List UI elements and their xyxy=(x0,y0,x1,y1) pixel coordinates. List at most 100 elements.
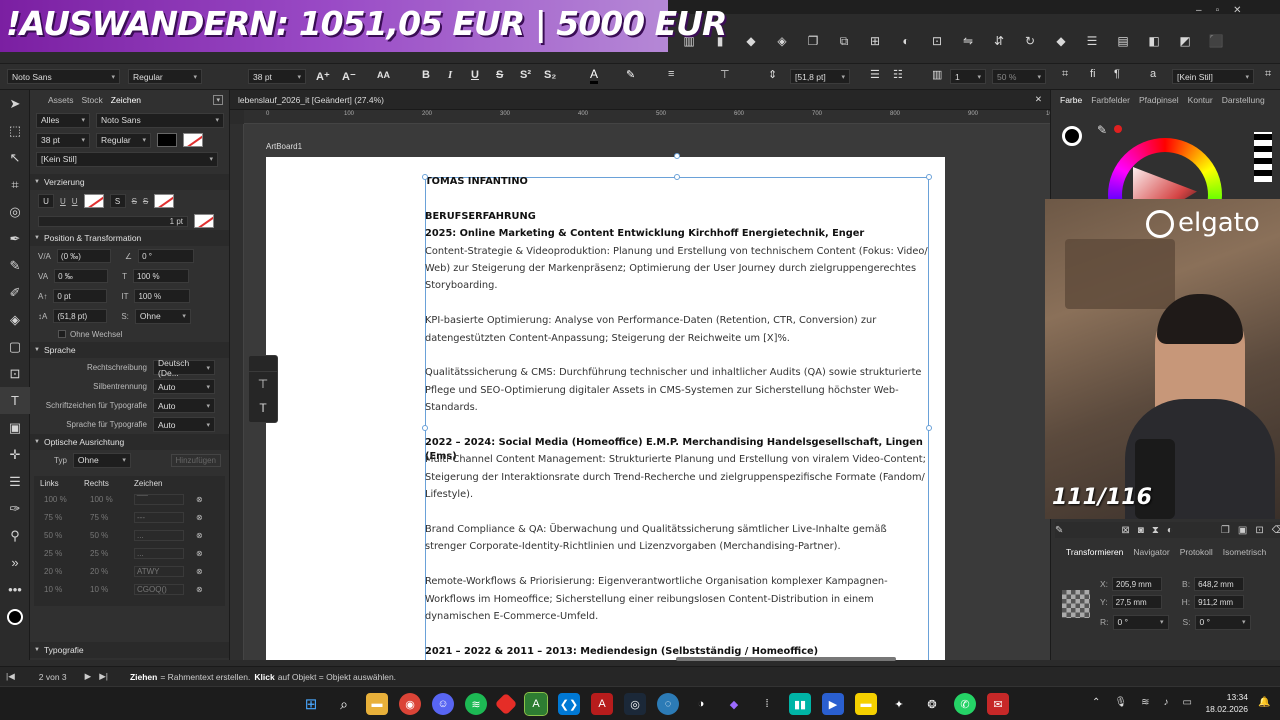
text-color-icon[interactable]: A xyxy=(590,67,599,84)
text-stroke-swatch[interactable] xyxy=(183,133,203,147)
no-break-checkbox[interactable] xyxy=(58,330,66,338)
hourglass-icon[interactable]: ⧗ xyxy=(1152,525,1159,536)
notification-icon[interactable]: 🔔 xyxy=(1258,697,1270,708)
strike2-toggle[interactable]: S xyxy=(132,197,137,206)
prev-page-icon[interactable]: |◀ xyxy=(6,671,15,682)
move-tool-icon[interactable]: ➤ xyxy=(0,90,30,117)
frame-text-tool-icon[interactable]: ⊡ xyxy=(0,360,30,387)
s-select[interactable]: 0 ° ▾ xyxy=(1194,614,1251,630)
add-button[interactable]: Hinzufügen xyxy=(170,453,221,467)
rotate-icon[interactable]: ↻ xyxy=(1021,32,1039,50)
h-field[interactable]: 911,2 mm xyxy=(1194,595,1245,609)
underline-button[interactable]: U xyxy=(471,69,479,81)
section-sprache[interactable]: ▼ Sprache xyxy=(30,342,229,358)
affinity-icon[interactable]: A xyxy=(524,692,548,716)
shape-icon[interactable]: ◆ xyxy=(1052,32,1070,50)
panel-style-select[interactable]: [Kein Stil] ▾ xyxy=(36,151,218,167)
superscript-button[interactable]: S² xyxy=(520,69,531,81)
align-left-icon[interactable]: ≡ xyxy=(668,68,674,80)
pen-tool-icon[interactable]: ✒ xyxy=(0,225,30,252)
remove-row-icon[interactable]: ⊗ xyxy=(196,513,203,522)
font-style-select[interactable]: Regular ▾ xyxy=(128,69,202,84)
panel-size-select[interactable]: 38 pt ▾ xyxy=(36,132,90,148)
steam-icon[interactable]: ◎ xyxy=(624,693,646,715)
vscode-icon[interactable]: ❮❯ xyxy=(558,693,580,715)
strike-toggle[interactable]: S xyxy=(109,194,126,208)
frame-icon[interactable]: ⌗ xyxy=(1062,68,1068,81)
columns-icon[interactable]: ▥ xyxy=(932,68,942,81)
tab-stock[interactable]: Stock xyxy=(82,95,103,105)
opacity-icon[interactable]: ⊠ xyxy=(1121,525,1129,536)
remove-row-icon[interactable]: ⊗ xyxy=(196,549,203,558)
numbered-list-icon[interactable]: ☷ xyxy=(893,68,903,81)
app-circle-icon[interactable]: ◌ xyxy=(657,693,679,715)
frame-text-icon[interactable]: ⊤ xyxy=(249,372,277,396)
chrome-icon[interactable]: ◉ xyxy=(399,693,421,715)
maximize-icon[interactable]: ▫ xyxy=(1216,5,1220,16)
w-field[interactable]: 648,2 mm xyxy=(1194,577,1245,591)
remove-row-icon[interactable]: ⊗ xyxy=(196,567,203,576)
strike3-toggle[interactable]: S xyxy=(143,197,148,206)
wifi-icon[interactable]: ≋ xyxy=(1141,697,1149,708)
r-select[interactable]: 0 ° ▾ xyxy=(1112,614,1169,630)
text-tool-icon[interactable]: T xyxy=(0,387,30,414)
minimize-icon[interactable]: – xyxy=(1196,5,1202,16)
tab-kontur[interactable]: Kontur xyxy=(1188,95,1213,105)
transparency-tool-icon[interactable]: ✛ xyxy=(0,441,30,468)
brush-tool-icon[interactable]: ✐ xyxy=(0,279,30,306)
fx-icon[interactable]: ◐ xyxy=(1167,525,1173,536)
text-fill-swatch[interactable] xyxy=(157,133,177,147)
image-tool-icon[interactable]: ▣ xyxy=(0,414,30,441)
whatsapp-icon[interactable]: ✆ xyxy=(954,693,976,715)
tab-farbe[interactable]: Farbe xyxy=(1060,95,1082,105)
section-position[interactable]: ▼ Position & Transformation xyxy=(30,230,229,246)
tab-assets[interactable]: Assets xyxy=(48,95,74,105)
size-down-button[interactable]: A⁻ xyxy=(342,70,356,83)
table-tool-icon[interactable]: ☰ xyxy=(0,468,30,495)
optical-type-select[interactable]: Ohne ▾ xyxy=(72,452,131,468)
tracking-field[interactable]: 0 ‰ xyxy=(54,269,109,283)
picker-icon[interactable]: ✎ xyxy=(1097,123,1107,137)
flip-v-icon[interactable]: ⇵ xyxy=(990,32,1008,50)
optical-row[interactable]: 50 % 50 %... ⊗ xyxy=(34,526,225,544)
tab-protokoll[interactable]: Protokoll xyxy=(1180,547,1213,557)
panel-font-select[interactable]: Noto Sans ▾ xyxy=(96,112,224,128)
x-field[interactable]: 205,9 mm xyxy=(1112,577,1163,591)
selection-handle[interactable] xyxy=(422,174,428,180)
bars-icon[interactable]: ☰ xyxy=(1083,32,1101,50)
size-up-button[interactable]: A⁺ xyxy=(316,70,330,83)
order-icon[interactable]: ❐ xyxy=(804,32,822,50)
export-icon[interactable]: ⬛ xyxy=(1207,32,1225,50)
optical-row[interactable]: 25 % 25 %... ⊗ xyxy=(34,544,225,562)
horizontal-scrollbar[interactable] xyxy=(676,657,896,661)
underline-style-toggle[interactable]: U xyxy=(72,197,78,206)
arrange-forward-icon[interactable]: ◈ xyxy=(773,32,791,50)
section-optisch[interactable]: ▼ Optische Ausrichtung xyxy=(30,434,229,450)
mic-icon[interactable]: 🎙 xyxy=(1114,697,1127,708)
section-typografie[interactable]: ▼ Typografie xyxy=(30,642,229,658)
close-icon[interactable]: ✕ xyxy=(1233,5,1241,16)
canvas[interactable]: ArtBoard1 TOMAS INFANTINO BERUFSERFAHRUNG… xyxy=(244,124,1050,660)
battery-icon[interactable]: ▭ xyxy=(1182,697,1191,708)
baseline-shift-field[interactable]: 0 pt xyxy=(53,289,108,303)
ligature-icon[interactable]: ﬁ xyxy=(1090,68,1096,80)
filter-select[interactable]: Alles ▾ xyxy=(36,112,90,128)
tab-navigator[interactable]: Navigator xyxy=(1133,547,1169,557)
layer-group-icon[interactable]: ▣ xyxy=(1238,525,1247,536)
layer-delete-icon[interactable]: ⌫ xyxy=(1272,525,1280,536)
obs-icon[interactable]: ◑ xyxy=(690,693,712,715)
tab-isometrisch[interactable]: Isometrisch xyxy=(1223,547,1266,557)
remove-row-icon[interactable]: ⊗ xyxy=(196,495,203,504)
scale-v-field[interactable]: 100 % xyxy=(134,289,191,303)
mask-icon[interactable]: ◩ xyxy=(1176,32,1194,50)
app-sparkle-icon[interactable]: ✦ xyxy=(888,693,910,715)
char-style-icon[interactable]: a xyxy=(1150,68,1156,80)
language-row-select[interactable]: Deutsch (De... ▾ xyxy=(153,358,215,378)
fill-tool-icon[interactable]: ◈ xyxy=(0,306,30,333)
audio-icon[interactable]: ▮▮ xyxy=(789,693,811,715)
mail-icon[interactable]: ✉ xyxy=(987,693,1009,715)
underline-toggle[interactable]: U xyxy=(38,194,54,208)
art-text-icon[interactable]: T xyxy=(249,396,277,420)
highlight-icon[interactable]: ✎ xyxy=(626,68,635,81)
stroke-width-field[interactable]: 1 pt xyxy=(38,215,188,227)
